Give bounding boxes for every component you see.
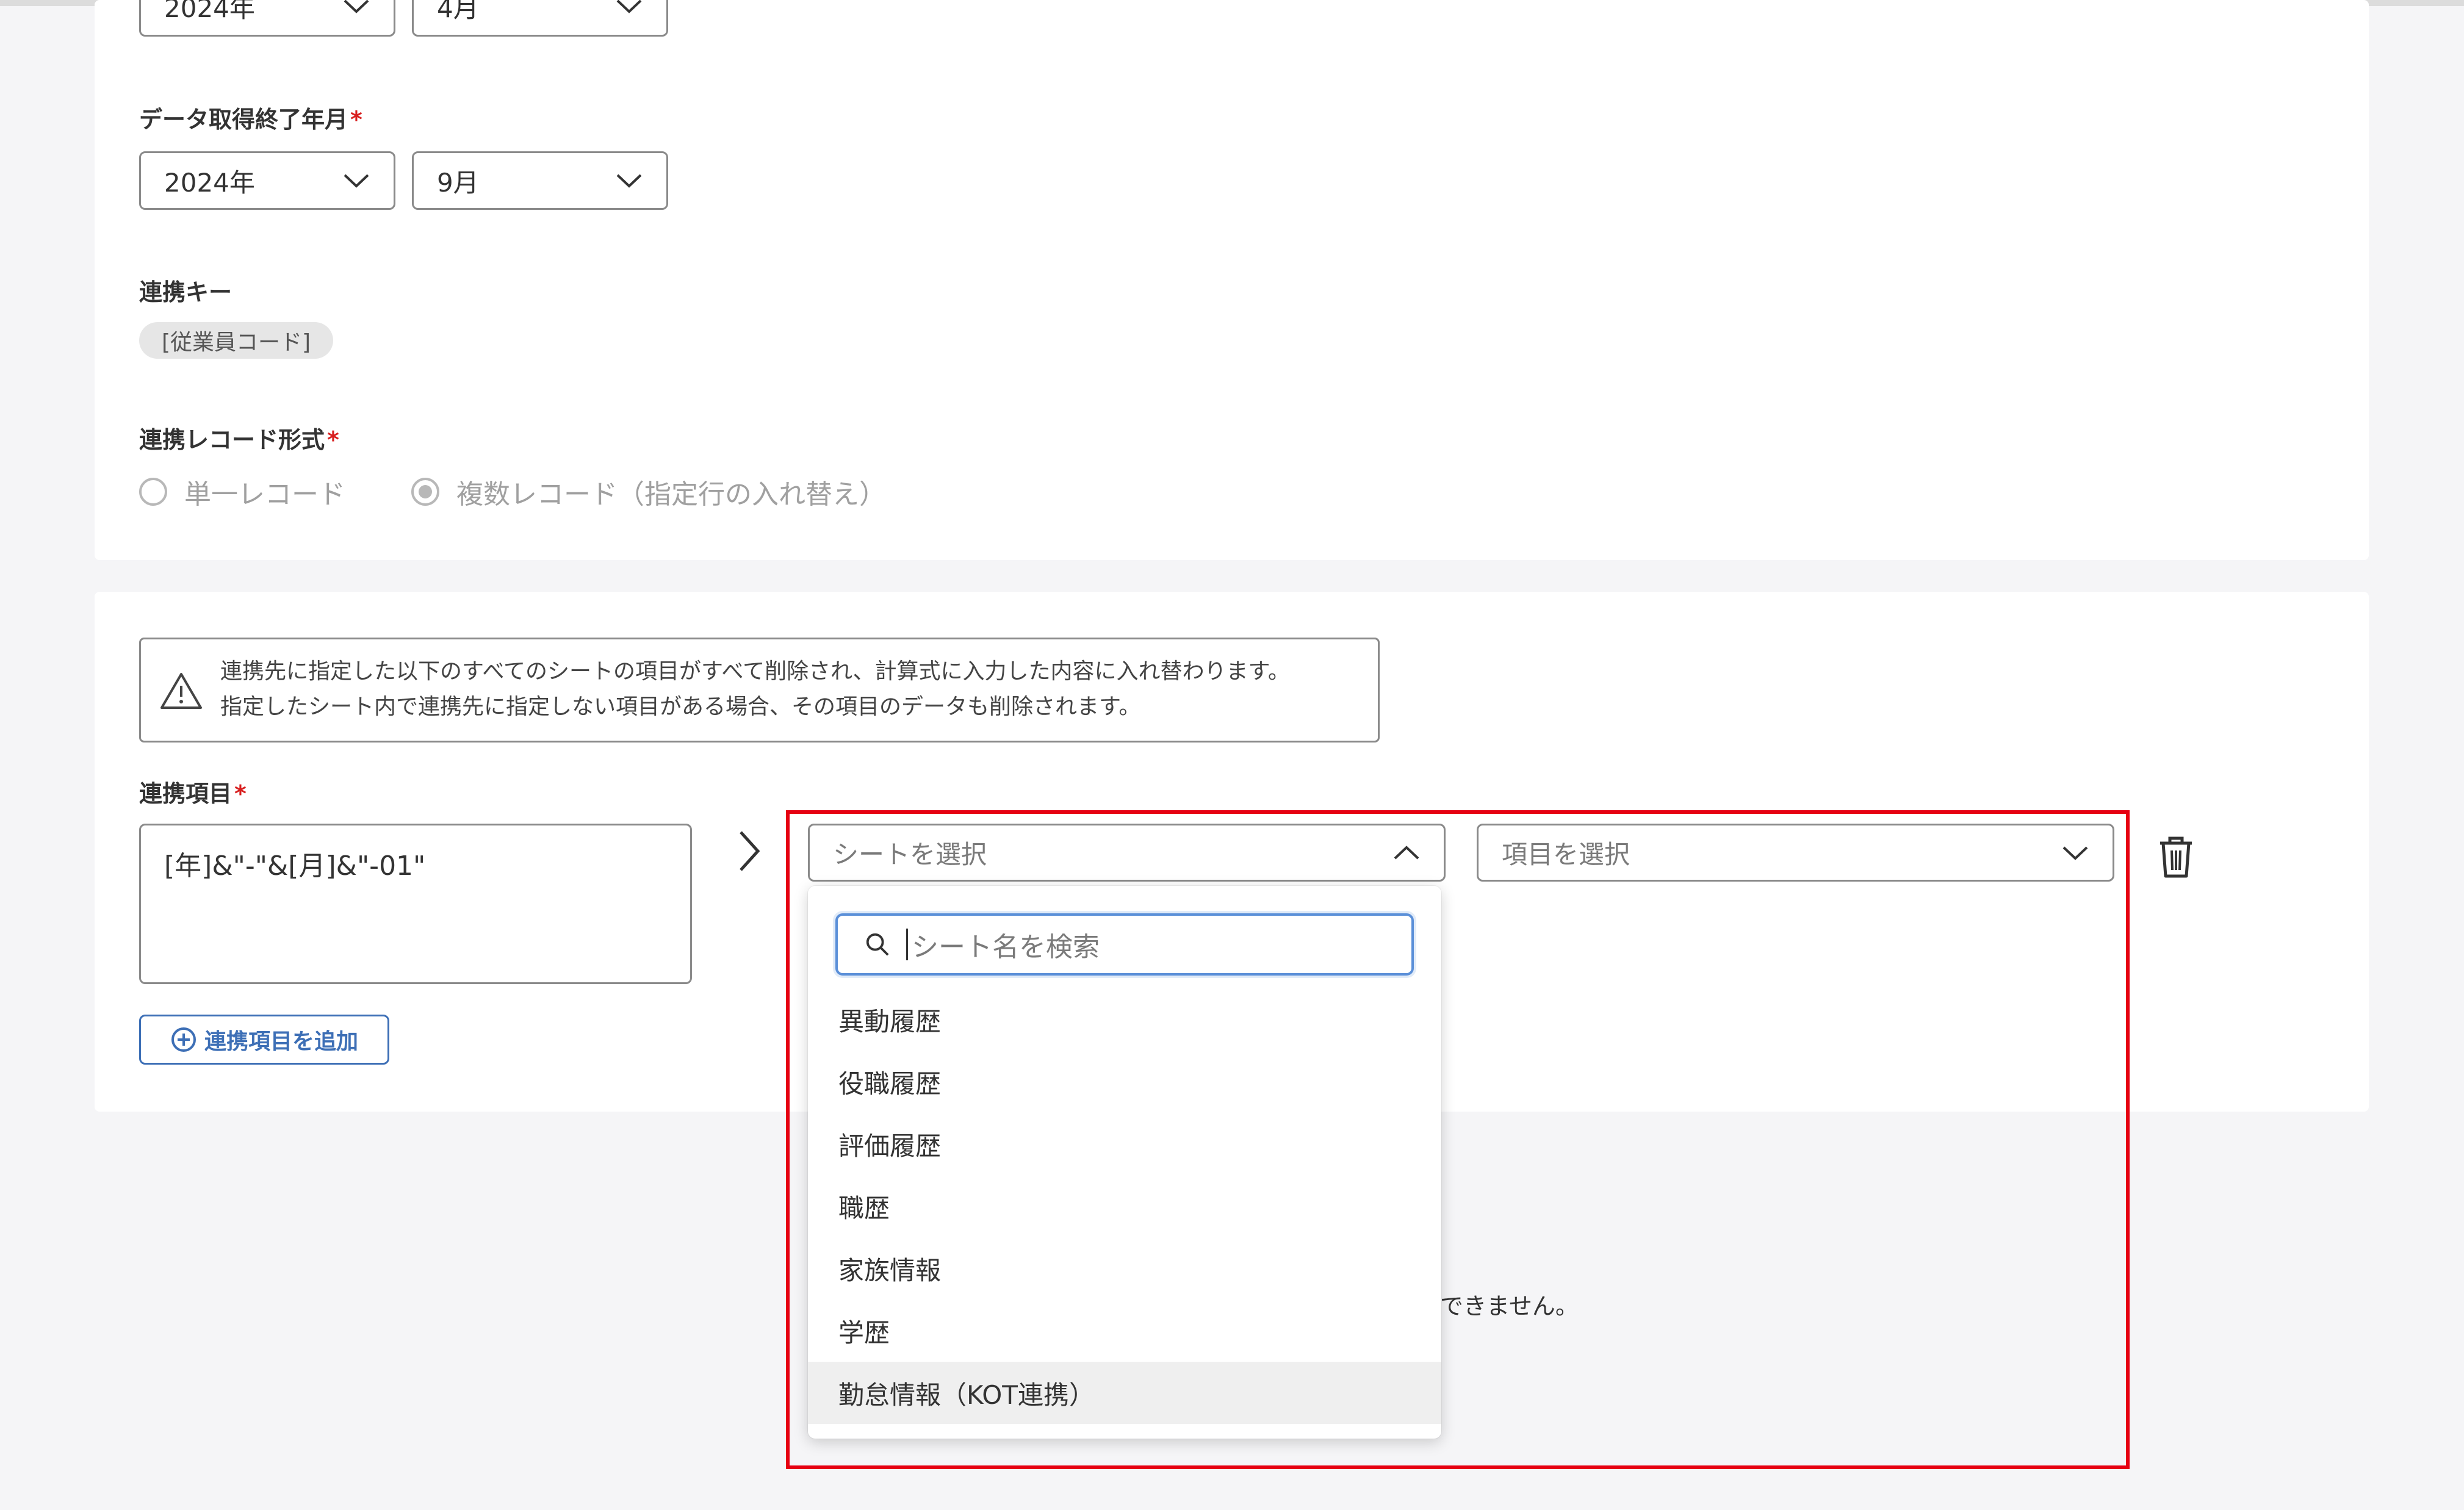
link-items-label-text: 連携項目 <box>139 780 232 807</box>
link-key-chip: [従業員コード] <box>139 322 333 359</box>
chevron-right-icon <box>740 831 760 871</box>
start-year-select[interactable]: 2024年 <box>139 0 395 37</box>
add-link-item-label: 連携項目を追加 <box>204 1029 358 1054</box>
chevron-down-icon <box>616 174 642 188</box>
end-month-select[interactable]: 9月 <box>412 151 668 210</box>
required-mark: * <box>327 426 339 453</box>
radio-selected-dot <box>419 485 432 498</box>
warning-line-2: 指定したシート内で連携先に指定しない項目がある場合、その項目のデータも削除されま… <box>220 694 1141 719</box>
warning-text: 連携先に指定した以下のすべてのシートの項目がすべて削除され、計算式に入力した内容… <box>220 654 1290 725</box>
record-format-label: 連携レコード形式 * <box>139 421 339 455</box>
chevron-down-icon <box>616 0 642 13</box>
radio-multiple-record-label: 複数レコード（指定行の入れ替え） <box>456 479 886 510</box>
end-year-select[interactable]: 2024年 <box>139 151 395 210</box>
record-format-label-text: 連携レコード形式 <box>139 426 325 453</box>
warning-triangle-icon <box>160 673 202 709</box>
warning-line-1: 連携先に指定した以下のすべてのシートの項目がすべて削除され、計算式に入力した内容… <box>220 659 1290 684</box>
required-mark: * <box>234 780 247 807</box>
radio-single-record[interactable]: 単一レコード <box>139 472 345 511</box>
warning-box: 連携先に指定した以下のすべてのシートの項目がすべて削除され、計算式に入力した内容… <box>139 638 1380 742</box>
chevron-down-icon <box>344 174 369 188</box>
chevron-down-icon <box>344 0 369 13</box>
plus-circle-icon <box>171 1027 196 1052</box>
radio-single-record-label: 単一レコード <box>184 479 345 510</box>
required-mark: * <box>350 106 362 133</box>
link-items-label: 連携項目 * <box>139 775 247 808</box>
trash-icon[interactable] <box>2158 835 2194 879</box>
radio-multiple-record[interactable]: 複数レコード（指定行の入れ替え） <box>411 472 886 511</box>
radio-button-unselected[interactable] <box>139 478 167 506</box>
highlight-frame <box>786 810 2130 1469</box>
end-month-value: 9月 <box>437 167 479 198</box>
start-month-select[interactable]: 4月 <box>412 0 668 37</box>
link-key-label: 連携キー <box>139 279 232 306</box>
start-month-value: 4月 <box>437 0 479 23</box>
end-year-value: 2024年 <box>164 167 255 198</box>
end-period-label: データ取得終了年月 * <box>139 101 362 134</box>
radio-button-selected[interactable] <box>411 478 439 506</box>
formula-input[interactable]: [年]&"-"&[月]&"-01" <box>139 824 692 984</box>
end-period-label-text: データ取得終了年月 <box>139 106 348 133</box>
add-link-item-button[interactable]: 連携項目を追加 <box>139 1015 389 1065</box>
start-year-value: 2024年 <box>164 0 255 23</box>
